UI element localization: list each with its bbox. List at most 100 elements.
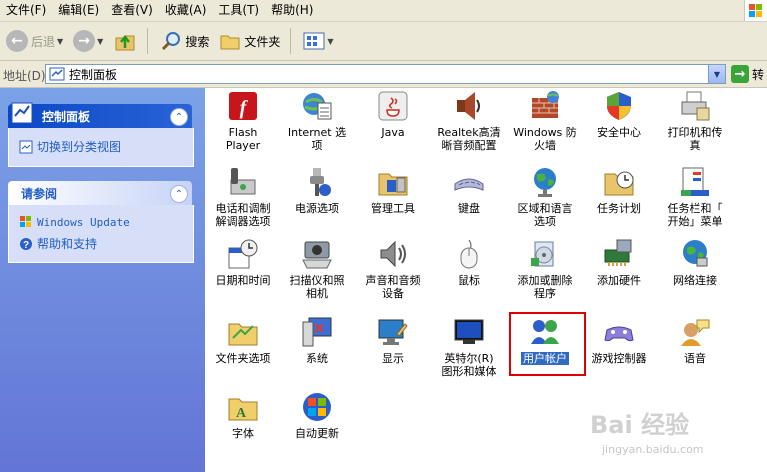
item-printers-faxes[interactable]: 打印机和传 真 — [657, 90, 733, 152]
taskbar-icon — [681, 167, 709, 196]
item-add-hardware[interactable]: 添加硬件 — [581, 238, 657, 287]
item-label: 语音 — [684, 352, 706, 365]
item-sounds-audio[interactable]: 声音和音频 设备 — [355, 238, 431, 300]
toolbar-separator — [147, 28, 149, 54]
admin-tools-icon — [378, 173, 408, 196]
menu-tools[interactable]: 工具(T) — [212, 0, 265, 21]
switch-category-view-link[interactable]: 切换到分类视图 — [19, 138, 121, 155]
back-label: 后退 — [31, 34, 56, 49]
control-panel-icon — [11, 102, 33, 124]
menu-bar: 文件(F) 编辑(E) 查看(V) 收藏(A) 工具(T) 帮助(H) — [0, 0, 767, 22]
item-intel-graphics[interactable]: 英特尔(R) 图形和媒体 — [431, 316, 507, 378]
realtek-audio-icon — [457, 92, 480, 120]
item-java[interactable]: Java — [355, 90, 431, 139]
menu-help[interactable]: 帮助(H) — [265, 0, 319, 21]
control-panel-section-header[interactable]: 控制面板 ⌃ — [8, 102, 192, 128]
forward-button[interactable]: → ▼ — [69, 25, 107, 57]
see-also-section-body: Windows Update ? 帮助和支持 — [8, 205, 194, 263]
address-input[interactable]: 控制面板 ▼ — [45, 64, 726, 84]
item-label: 声音和音频 设备 — [365, 274, 421, 300]
address-value: 控制面板 — [69, 67, 118, 82]
address-bar: 地址(D) 控制面板 ▼ → 转 — [0, 61, 767, 88]
scheduled-tasks-icon — [604, 171, 634, 196]
item-folder-options[interactable]: 文件夹选项 — [205, 316, 281, 365]
item-label: 字体 — [232, 427, 254, 440]
chevron-down-icon[interactable]: ▼ — [57, 37, 63, 46]
item-label: Flash Player — [225, 126, 261, 152]
item-fonts[interactable]: A 字体 — [205, 391, 281, 440]
watermark-url: jingyan.baidu.com — [602, 443, 704, 456]
item-label: 电话和调制 解调器选项 — [215, 202, 271, 228]
baidu-jingyan-watermark: Bai 经验 jingyan.baidu.com — [590, 405, 760, 465]
fonts-icon: A — [228, 398, 258, 421]
menu-favorites[interactable]: 收藏(A) — [159, 0, 213, 21]
item-scheduled-tasks[interactable]: 任务计划 — [581, 166, 657, 215]
item-power-options[interactable]: 电源选项 — [279, 166, 355, 215]
firewall-icon — [532, 91, 559, 118]
go-button[interactable]: → 转 — [731, 64, 767, 84]
item-label: 文件夹选项 — [215, 352, 271, 365]
collapse-icon[interactable]: ⌃ — [170, 185, 188, 203]
item-label: 系统 — [306, 352, 328, 365]
go-label: 转 — [752, 67, 765, 82]
flash-icon: f — [229, 92, 257, 120]
item-label: Realtek高清 晰音频配置 — [437, 126, 501, 152]
item-admin-tools[interactable]: 管理工具 — [355, 166, 431, 215]
item-windows-firewall[interactable]: Windows 防 火墙 — [507, 90, 583, 152]
item-system[interactable]: 系统 — [279, 316, 355, 365]
add-remove-programs-icon — [531, 241, 554, 267]
windows-update-link[interactable]: Windows Update — [19, 215, 130, 229]
folders-icon — [220, 35, 240, 50]
add-hardware-icon — [604, 239, 632, 266]
go-arrow-icon: → — [731, 65, 749, 83]
system-icon — [302, 317, 332, 347]
scanner-camera-icon — [302, 241, 332, 269]
svg-text:?: ? — [23, 240, 29, 251]
help-support-link[interactable]: ? 帮助和支持 — [19, 235, 97, 252]
search-icon — [162, 32, 181, 51]
item-scanners-cameras[interactable]: 扫描仪和照 相机 — [279, 238, 355, 300]
toolbar-separator — [290, 28, 292, 54]
views-button[interactable]: ▼ — [299, 25, 337, 57]
windows-logo-icon — [744, 0, 767, 21]
speech-icon — [681, 319, 710, 346]
address-dropdown-icon[interactable]: ▼ — [708, 65, 725, 83]
network-icon — [683, 240, 708, 267]
item-regional-language[interactable]: 区域和语言 选项 — [507, 166, 583, 228]
folders-button[interactable]: 文件夹 — [215, 25, 284, 57]
item-display[interactable]: 显示 — [355, 316, 431, 365]
item-phone-modem[interactable]: 电话和调制 解调器选项 — [205, 166, 281, 228]
menu-view[interactable]: 查看(V) — [105, 0, 159, 21]
automatic-updates-icon — [303, 393, 331, 421]
item-add-remove-programs[interactable]: 添加或删除 程序 — [507, 238, 583, 300]
java-icon — [378, 91, 408, 121]
item-internet-options[interactable]: Internet 选 项 — [279, 90, 355, 152]
item-taskbar-start-menu[interactable]: 任务栏和「 开始」菜单 — [657, 166, 733, 228]
collapse-icon[interactable]: ⌃ — [170, 108, 188, 126]
item-realtek-audio[interactable]: Realtek高清 晰音频配置 — [431, 90, 507, 152]
chevron-down-icon[interactable]: ▼ — [97, 37, 103, 46]
item-mouse[interactable]: 鼠标 — [431, 238, 507, 287]
item-label: Windows 防 火墙 — [513, 126, 577, 152]
search-button[interactable]: 搜索 — [156, 25, 213, 57]
item-speech[interactable]: 语音 — [657, 316, 733, 365]
item-keyboard[interactable]: 键盘 — [431, 166, 507, 215]
item-flash-player[interactable]: f Flash Player — [205, 90, 281, 152]
menu-file[interactable]: 文件(F) — [0, 0, 52, 21]
chevron-down-icon[interactable]: ▼ — [327, 37, 333, 46]
see-also-section-header[interactable]: 请参阅 ⌃ — [8, 181, 192, 205]
task-pane: 控制面板 ⌃ 切换到分类视图 请参阅 ⌃ Windows Update ? 帮助… — [0, 88, 205, 472]
item-date-time[interactable]: 日期和时间 — [205, 238, 281, 287]
item-network-connections[interactable]: 网络连接 — [657, 238, 733, 287]
back-button[interactable]: ← 后退 ▼ — [2, 25, 67, 57]
windows-update-icon — [20, 216, 31, 227]
control-panel-section-body: 切换到分类视图 — [8, 128, 194, 167]
item-security-center[interactable]: 安全中心 — [581, 90, 657, 139]
item-label: Java — [381, 126, 405, 139]
item-automatic-updates[interactable]: 自动更新 — [279, 391, 355, 440]
mouse-icon — [460, 239, 478, 269]
help-icon: ? — [20, 237, 32, 251]
menu-edit[interactable]: 编辑(E) — [52, 0, 105, 21]
item-game-controllers[interactable]: 游戏控制器 — [581, 316, 657, 365]
up-folder-button[interactable] — [109, 25, 141, 57]
